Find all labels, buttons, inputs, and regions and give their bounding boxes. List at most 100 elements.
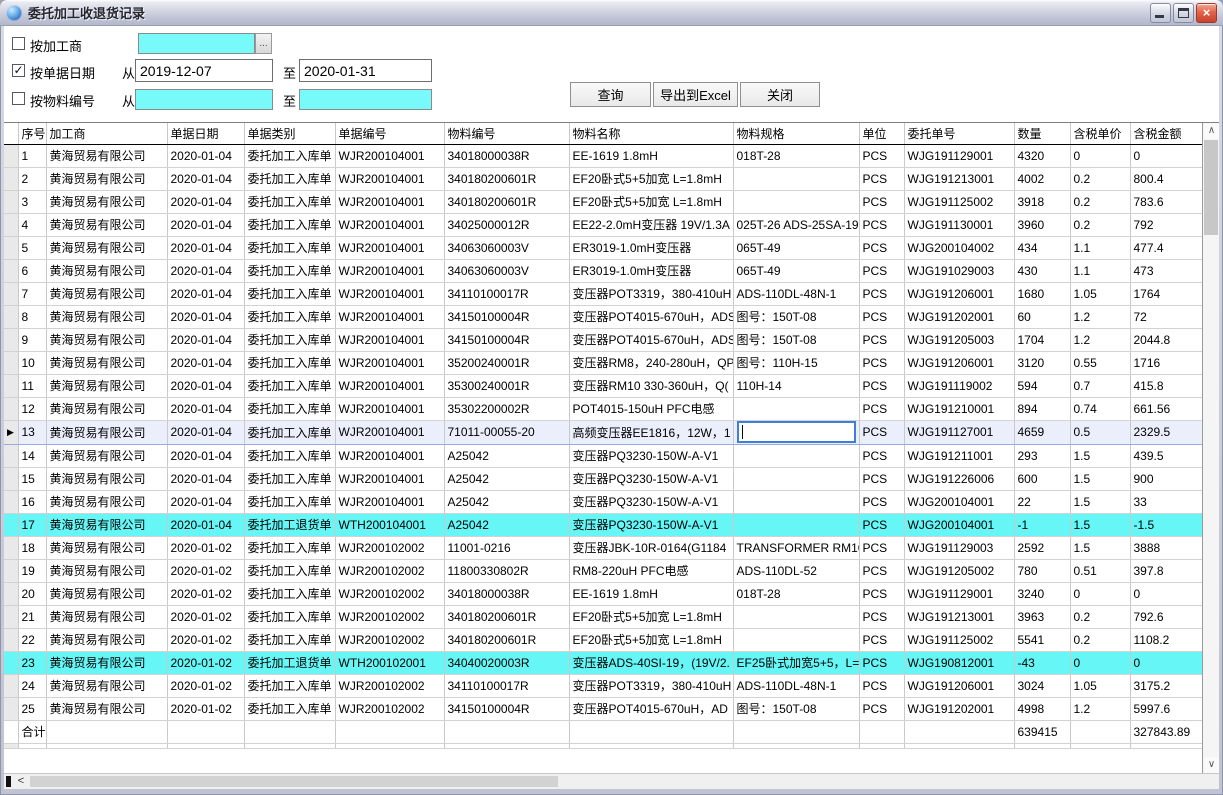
cell-unit[interactable]: PCS	[859, 213, 904, 236]
cell-order_no[interactable]: WJG190812001	[904, 651, 1014, 674]
cell-doc_no[interactable]: WTH200102001	[335, 651, 444, 674]
row-selector[interactable]	[4, 282, 18, 305]
cell-price[interactable]: 1.5	[1070, 490, 1130, 513]
cell-date[interactable]: 2020-01-04	[167, 190, 244, 213]
cell-order_no[interactable]: WJG191029003	[904, 259, 1014, 282]
cell-qty[interactable]: 430	[1014, 259, 1070, 282]
cell-type[interactable]: 委托加工入库单	[244, 351, 335, 374]
cell-qty[interactable]: 594	[1014, 374, 1070, 397]
cell-price[interactable]: 0.2	[1070, 605, 1130, 628]
cell-amount[interactable]: 3175.2	[1130, 674, 1202, 697]
cell-price[interactable]: 1.05	[1070, 674, 1130, 697]
cell-date[interactable]: 2020-01-02	[167, 559, 244, 582]
cell-spec[interactable]: 图号：150T-08	[733, 305, 859, 328]
cell-processor[interactable]: 黄海贸易有限公司	[46, 305, 167, 328]
cell-date[interactable]: 2020-01-04	[167, 351, 244, 374]
cell-doc_no[interactable]: WJR200104001	[335, 420, 444, 444]
cell-spec[interactable]: 110H-14	[733, 374, 859, 397]
cell-processor[interactable]: 黄海贸易有限公司	[46, 259, 167, 282]
cell-price[interactable]: 0.55	[1070, 351, 1130, 374]
cell-material_no[interactable]: 34110100017R	[444, 674, 569, 697]
cell-material_name[interactable]: EE-1619 1.8mH	[569, 144, 733, 167]
cell-doc_no[interactable]: WJR200102002	[335, 582, 444, 605]
cell-spec[interactable]: 065T-49	[733, 259, 859, 282]
row-selector[interactable]	[4, 213, 18, 236]
column-header[interactable]: 单据类别	[244, 123, 335, 144]
vertical-scroll-thumb[interactable]	[1204, 140, 1218, 235]
column-header[interactable]: 单据编号	[335, 123, 444, 144]
cell-spec[interactable]: 图号：150T-08	[733, 328, 859, 351]
cell-material_name[interactable]: EE22-2.0mH变压器 19V/1.3A	[569, 213, 733, 236]
horizontal-scroll-thumb[interactable]	[30, 776, 558, 787]
cell-price[interactable]: 0.7	[1070, 374, 1130, 397]
cell-qty[interactable]: 434	[1014, 236, 1070, 259]
cell-amount[interactable]: 900	[1130, 467, 1202, 490]
cell-qty[interactable]: -43	[1014, 651, 1070, 674]
cell-unit[interactable]: PCS	[859, 305, 904, 328]
cell-spec[interactable]: 018T-28	[733, 144, 859, 167]
cell-amount[interactable]: 2044.8	[1130, 328, 1202, 351]
cell-unit[interactable]: PCS	[859, 167, 904, 190]
cell-material_name[interactable]: 变压器POT4015-670uH，ADS	[569, 328, 733, 351]
cell-doc_no[interactable]: WJR200104001	[335, 282, 444, 305]
cell-price[interactable]: 0.5	[1070, 420, 1130, 444]
cell-order_no[interactable]: WJG191129003	[904, 536, 1014, 559]
cell-material_no[interactable]: 35302200002R	[444, 397, 569, 420]
scroll-up-arrow-icon[interactable]: ∧	[1204, 123, 1219, 139]
cell-spec[interactable]	[733, 467, 859, 490]
cell-material_name[interactable]: 变压器JBK-10R-0164(G1184	[569, 536, 733, 559]
cell-doc_no[interactable]: WJR200104001	[335, 144, 444, 167]
cell-qty[interactable]: 4320	[1014, 144, 1070, 167]
cell-amount[interactable]: -1.5	[1130, 513, 1202, 536]
cell-spec[interactable]: ADS-110DL-48N-1	[733, 674, 859, 697]
cell-order_no[interactable]: WJG200104002	[904, 236, 1014, 259]
row-selector[interactable]	[4, 167, 18, 190]
cell-unit[interactable]: PCS	[859, 328, 904, 351]
cell-amount[interactable]: 800.4	[1130, 167, 1202, 190]
cell-no[interactable]: 15	[18, 467, 46, 490]
cell-type[interactable]: 委托加工入库单	[244, 536, 335, 559]
export-excel-button[interactable]: 导出到Excel	[653, 82, 738, 107]
cell-type[interactable]: 委托加工入库单	[244, 328, 335, 351]
cell-qty[interactable]: 4998	[1014, 697, 1070, 720]
row-selector[interactable]	[4, 513, 18, 536]
cell-price[interactable]: 1.2	[1070, 305, 1130, 328]
cell-material_no[interactable]: 340180200601R	[444, 628, 569, 651]
cell-order_no[interactable]: WJG191127001	[904, 420, 1014, 444]
cell-price[interactable]: 0	[1070, 582, 1130, 605]
cell-unit[interactable]: PCS	[859, 467, 904, 490]
cell-order_no[interactable]: WJG191202001	[904, 305, 1014, 328]
cell-price[interactable]: 1.1	[1070, 236, 1130, 259]
cell-material_name[interactable]: 变压器POT4015-670uH，ADS	[569, 305, 733, 328]
cell-material_name[interactable]: 变压器PQ3230-150W-A-V1	[569, 444, 733, 467]
cell-date[interactable]: 2020-01-04	[167, 444, 244, 467]
cell-price[interactable]: 1.2	[1070, 328, 1130, 351]
cell-type[interactable]: 委托加工入库单	[244, 628, 335, 651]
row-selector[interactable]	[4, 605, 18, 628]
cell-no[interactable]: 8	[18, 305, 46, 328]
cell-qty[interactable]: 3120	[1014, 351, 1070, 374]
cell-spec[interactable]	[733, 605, 859, 628]
cell-no[interactable]: 13	[18, 420, 46, 444]
cell-order_no[interactable]: WJG191211001	[904, 444, 1014, 467]
cell-material_no[interactable]: A25042	[444, 444, 569, 467]
query-button[interactable]: 查询	[570, 82, 651, 107]
cell-amount[interactable]: 72	[1130, 305, 1202, 328]
row-selector[interactable]	[4, 236, 18, 259]
cell-qty[interactable]: 3960	[1014, 213, 1070, 236]
cell-order_no[interactable]: WJG191213001	[904, 167, 1014, 190]
cell-price[interactable]: 0	[1070, 651, 1130, 674]
cell-doc_no[interactable]: WJR200104001	[335, 190, 444, 213]
cell-price[interactable]: 0.74	[1070, 397, 1130, 420]
cell-spec[interactable]	[733, 420, 859, 444]
minimize-button[interactable]	[1150, 3, 1171, 23]
scroll-left-arrow-icon[interactable]: <	[14, 775, 28, 788]
row-selector[interactable]: ▶	[4, 420, 18, 444]
row-selector[interactable]	[4, 467, 18, 490]
cell-amount[interactable]: 2329.5	[1130, 420, 1202, 444]
cell-spec[interactable]	[733, 444, 859, 467]
cell-processor[interactable]: 黄海贸易有限公司	[46, 444, 167, 467]
cell-qty[interactable]: 3024	[1014, 674, 1070, 697]
row-selector[interactable]	[4, 536, 18, 559]
cell-unit[interactable]: PCS	[859, 651, 904, 674]
